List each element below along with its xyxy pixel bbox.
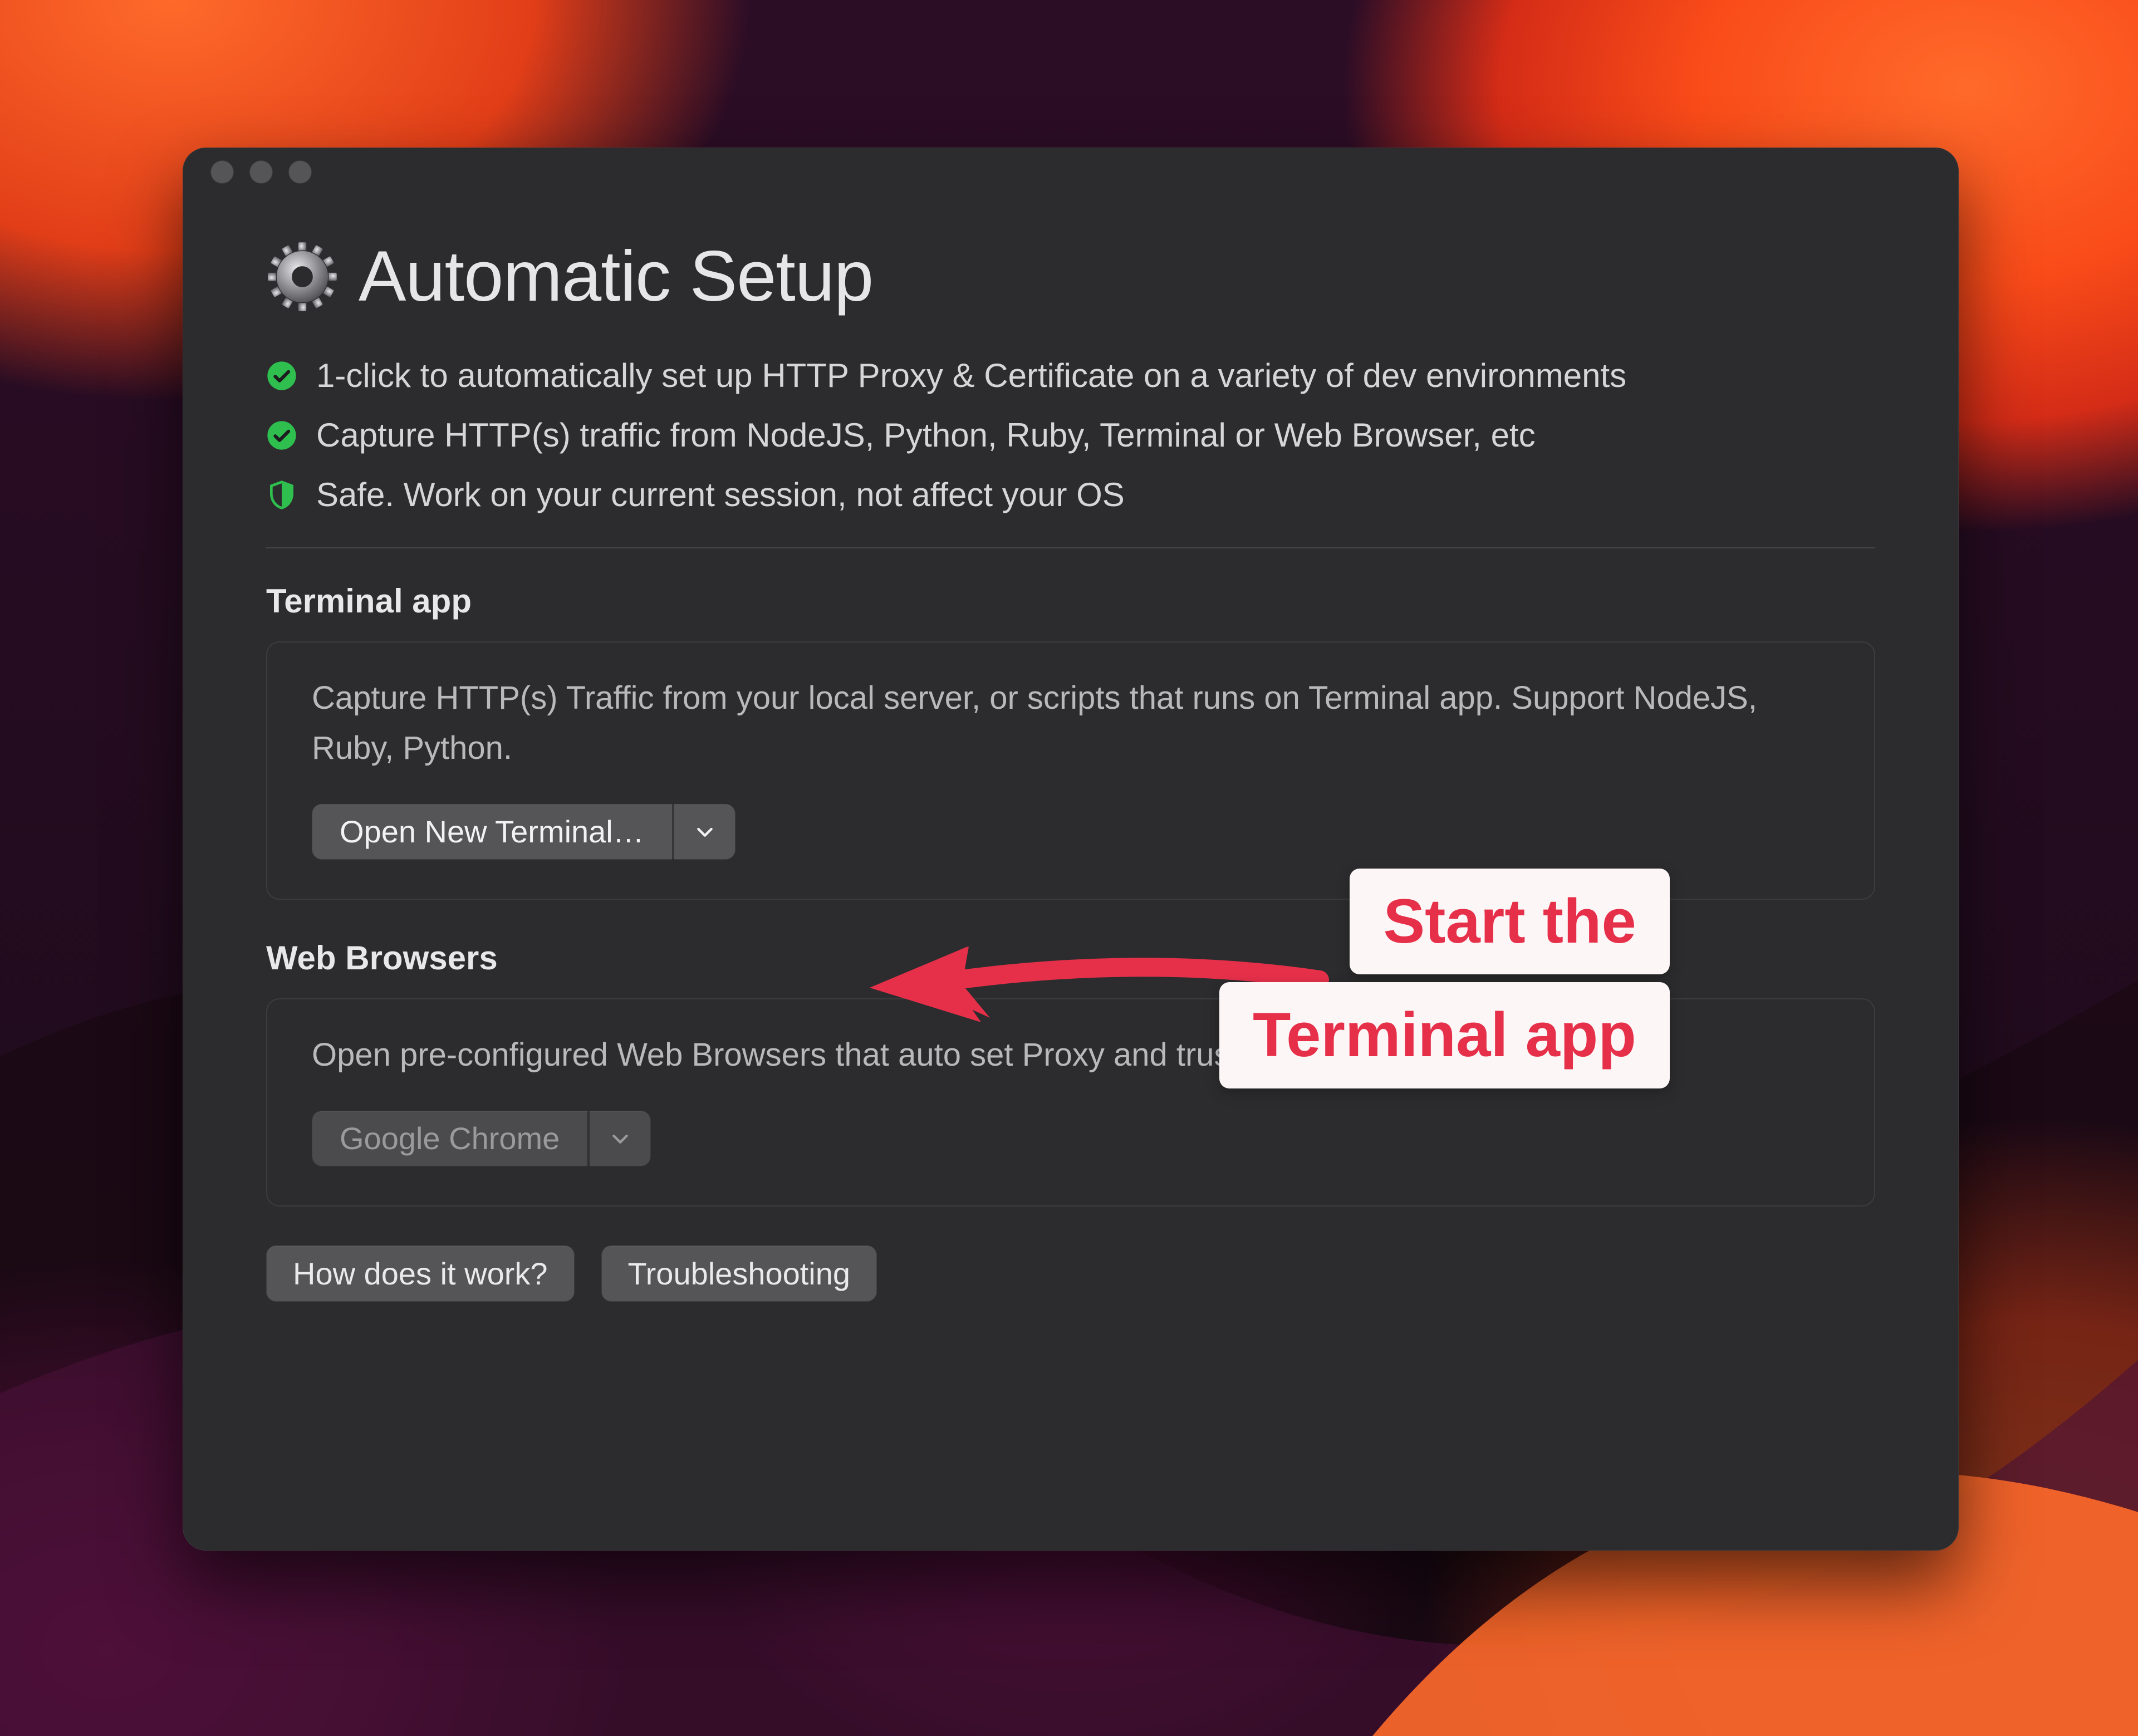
window-content: Automatic Setup 1-click to automatically… xyxy=(183,197,1959,1302)
chevron-down-icon xyxy=(694,821,716,843)
section-label-browsers: Web Browsers xyxy=(266,939,1875,977)
check-circle-icon xyxy=(266,420,297,451)
gear-icon xyxy=(266,241,339,313)
traffic-close-icon[interactable] xyxy=(210,160,234,184)
browsers-description: Open pre-configured Web Browsers that au… xyxy=(312,1030,1830,1080)
how-does-it-work-button[interactable]: How does it work? xyxy=(266,1245,575,1302)
page-title-row: Automatic Setup xyxy=(266,236,1875,317)
feature-bullets: 1-click to automatically set up HTTP Pro… xyxy=(266,356,1875,514)
window-titlebar[interactable] xyxy=(183,148,1959,197)
stage: Automatic Setup 1-click to automatically… xyxy=(0,0,2138,1736)
bullet-text: 1-click to automatically set up HTTP Pro… xyxy=(316,356,1626,395)
bullet-item: Capture HTTP(s) traffic from NodeJS, Pyt… xyxy=(266,416,1875,454)
check-circle-icon xyxy=(266,360,297,391)
open-terminal-menu-button[interactable] xyxy=(674,804,735,860)
section-label-terminal: Terminal app xyxy=(266,582,1875,620)
bullet-item: Safe. Work on your current session, not … xyxy=(266,475,1875,514)
page-title: Automatic Setup xyxy=(359,236,873,317)
chevron-down-icon xyxy=(609,1127,631,1150)
open-terminal-button[interactable]: Open New Terminal… xyxy=(312,804,735,860)
traffic-zoom-icon[interactable] xyxy=(288,160,312,184)
open-browser-label: Google Chrome xyxy=(312,1111,587,1166)
open-browser-menu-button[interactable] xyxy=(590,1111,651,1166)
bullet-text: Safe. Work on your current session, not … xyxy=(316,475,1125,514)
shield-icon xyxy=(266,479,297,511)
terminal-description: Capture HTTP(s) Traffic from your local … xyxy=(312,673,1830,773)
open-terminal-label: Open New Terminal… xyxy=(312,804,672,860)
divider xyxy=(266,547,1875,548)
traffic-minimize-icon[interactable] xyxy=(249,160,273,184)
open-browser-button[interactable]: Google Chrome xyxy=(312,1111,651,1166)
browsers-group: Open pre-configured Web Browsers that au… xyxy=(266,998,1875,1207)
footer-buttons: How does it work? Troubleshooting xyxy=(266,1245,1875,1302)
terminal-group: Capture HTTP(s) Traffic from your local … xyxy=(266,641,1875,900)
bullet-text: Capture HTTP(s) traffic from NodeJS, Pyt… xyxy=(316,416,1536,454)
automatic-setup-window: Automatic Setup 1-click to automatically… xyxy=(183,148,1959,1551)
bullet-item: 1-click to automatically set up HTTP Pro… xyxy=(266,356,1875,395)
troubleshooting-button[interactable]: Troubleshooting xyxy=(601,1245,877,1302)
